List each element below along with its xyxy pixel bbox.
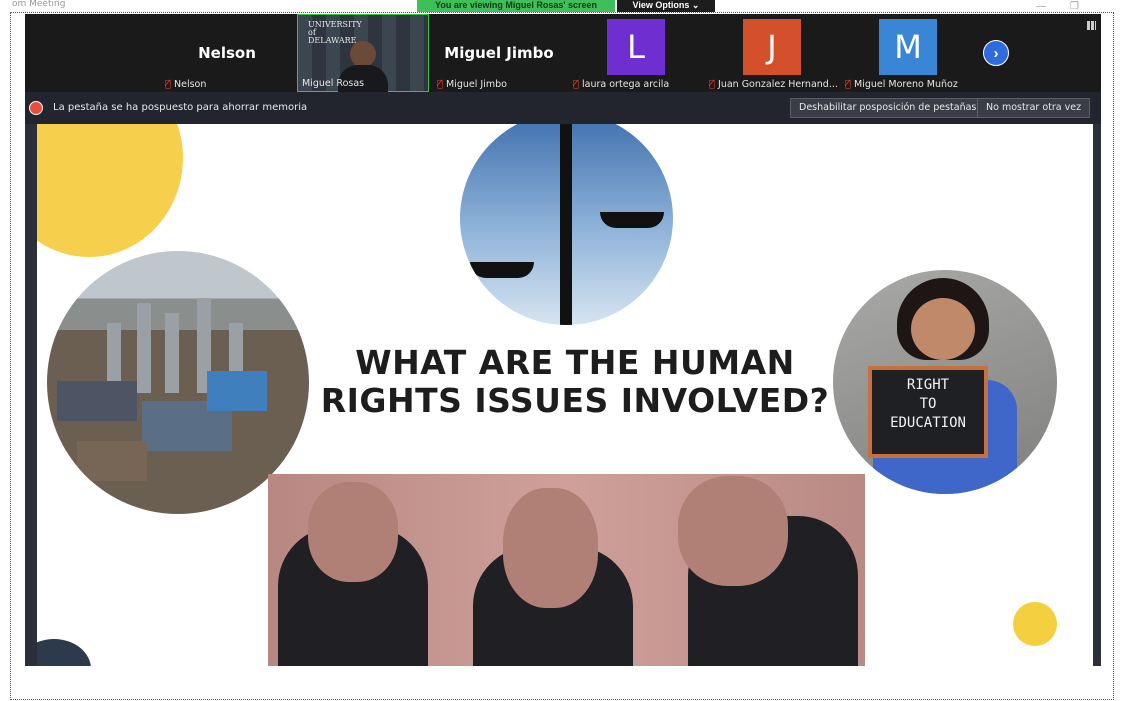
avatar: J <box>743 19 801 75</box>
avatar: M <box>879 19 937 75</box>
restore-icon[interactable]: ❐ <box>1070 1 1079 12</box>
view-options-button[interactable]: View Options ⌄ <box>617 0 715 12</box>
grid-view-icon[interactable] <box>1087 21 1096 30</box>
yellow-circle-decoration <box>25 124 183 257</box>
participant-name: Miguel Rosas <box>302 78 365 89</box>
tab-snooze-notice: La pestaña se ha pospuesto para ahorrar … <box>25 92 1101 124</box>
window-title: om Meeting <box>12 0 66 9</box>
participant-label: 🎙̸ Miguel Moreno Muñoz <box>845 79 958 90</box>
dont-show-again-button[interactable]: No mostrar otra vez <box>977 98 1091 118</box>
slide-left-edge <box>25 124 37 666</box>
university-logo: UNIVERSITY of DELAWARE <box>308 20 362 45</box>
participant-label: 🎙̸ Juan Gonzalez Hernand... <box>709 79 837 90</box>
slide-title: WHAT ARE THE HUMAN RIGHTS ISSUES INVOLVE… <box>305 344 845 420</box>
participant-label: 🎙̸ Nelson <box>165 79 206 90</box>
warning-icon <box>29 101 43 115</box>
participant-name: Miguel Moreno Muñoz <box>854 79 958 90</box>
participant-name: laura ortega arcila <box>582 79 670 90</box>
chalkboard-sign: RIGHT TO EDUCATION <box>868 366 988 458</box>
participant-label: 🎙̸ laura ortega arcila <box>573 79 669 90</box>
participant-tile-laura[interactable]: L 🎙̸ laura ortega arcila <box>569 14 701 92</box>
arguing-men-photo <box>268 474 865 666</box>
microphone-muted-icon: 🎙̸ <box>845 79 852 90</box>
justice-scale-photo <box>460 124 673 325</box>
slide-right-edge <box>1093 124 1101 666</box>
speaker-head <box>350 41 376 67</box>
participant-tile-miguel-jimbo[interactable]: Miguel Jimbo 🎙̸ Miguel Jimbo <box>433 14 565 92</box>
chevron-right-icon: › <box>993 45 999 62</box>
participant-tile-nelson[interactable]: Nelson 🎙̸ Nelson <box>161 14 293 92</box>
notice-message: La pestaña se ha pospuesto para ahorrar … <box>53 102 308 113</box>
slide-title-line-2: RIGHTS ISSUES INVOLVED? <box>320 381 830 420</box>
next-page-button[interactable]: › <box>983 40 1009 66</box>
participant-display-name: Nelson <box>198 44 256 62</box>
sign-line: RIGHT <box>906 377 950 393</box>
participant-label: Miguel Rosas <box>302 78 364 89</box>
participant-name: Nelson <box>174 79 207 90</box>
disable-snooze-button[interactable]: Deshabilitar posposición de pestañas <box>790 98 986 118</box>
participant-tile-juan[interactable]: J 🎙̸ Juan Gonzalez Hernand... <box>705 14 837 92</box>
sign-line: TO <box>919 396 937 412</box>
viewing-screen-banner: You are viewing Miguel Rosas' screen <box>417 0 615 12</box>
microphone-muted-icon: 🎙̸ <box>437 79 444 90</box>
microphone-muted-icon: 🎙̸ <box>165 79 172 90</box>
avatar: L <box>607 19 665 75</box>
participant-tile-miguel-rosas[interactable]: UNIVERSITY of DELAWARE Miguel Rosas <box>297 14 429 93</box>
sign-line: EDUCATION <box>890 415 966 431</box>
yellow-dot-decoration <box>1013 602 1057 646</box>
participant-strip: Nelson 🎙̸ Nelson UNIVERSITY of DELAWARE M… <box>25 14 1101 93</box>
microphone-muted-icon: 🎙̸ <box>709 79 716 90</box>
participant-display-name: Miguel Jimbo <box>444 44 554 62</box>
girl-with-sign-photo: RIGHT TO EDUCATION <box>833 270 1057 494</box>
participant-tile-miguel-moreno[interactable]: M 🎙̸ Miguel Moreno Muñoz <box>841 14 973 92</box>
presentation-slide: RIGHT TO EDUCATION WHAT ARE THE HUMAN RI… <box>25 124 1101 666</box>
participant-name: Juan Gonzalez Hernand... <box>718 79 837 90</box>
microphone-muted-icon: 🎙̸ <box>573 79 580 90</box>
slide-title-line-1: WHAT ARE THE HUMAN <box>355 343 795 382</box>
participant-label: 🎙̸ Miguel Jimbo <box>437 79 507 90</box>
participant-name: Miguel Jimbo <box>446 79 507 90</box>
minimize-icon[interactable]: — <box>1036 1 1046 12</box>
